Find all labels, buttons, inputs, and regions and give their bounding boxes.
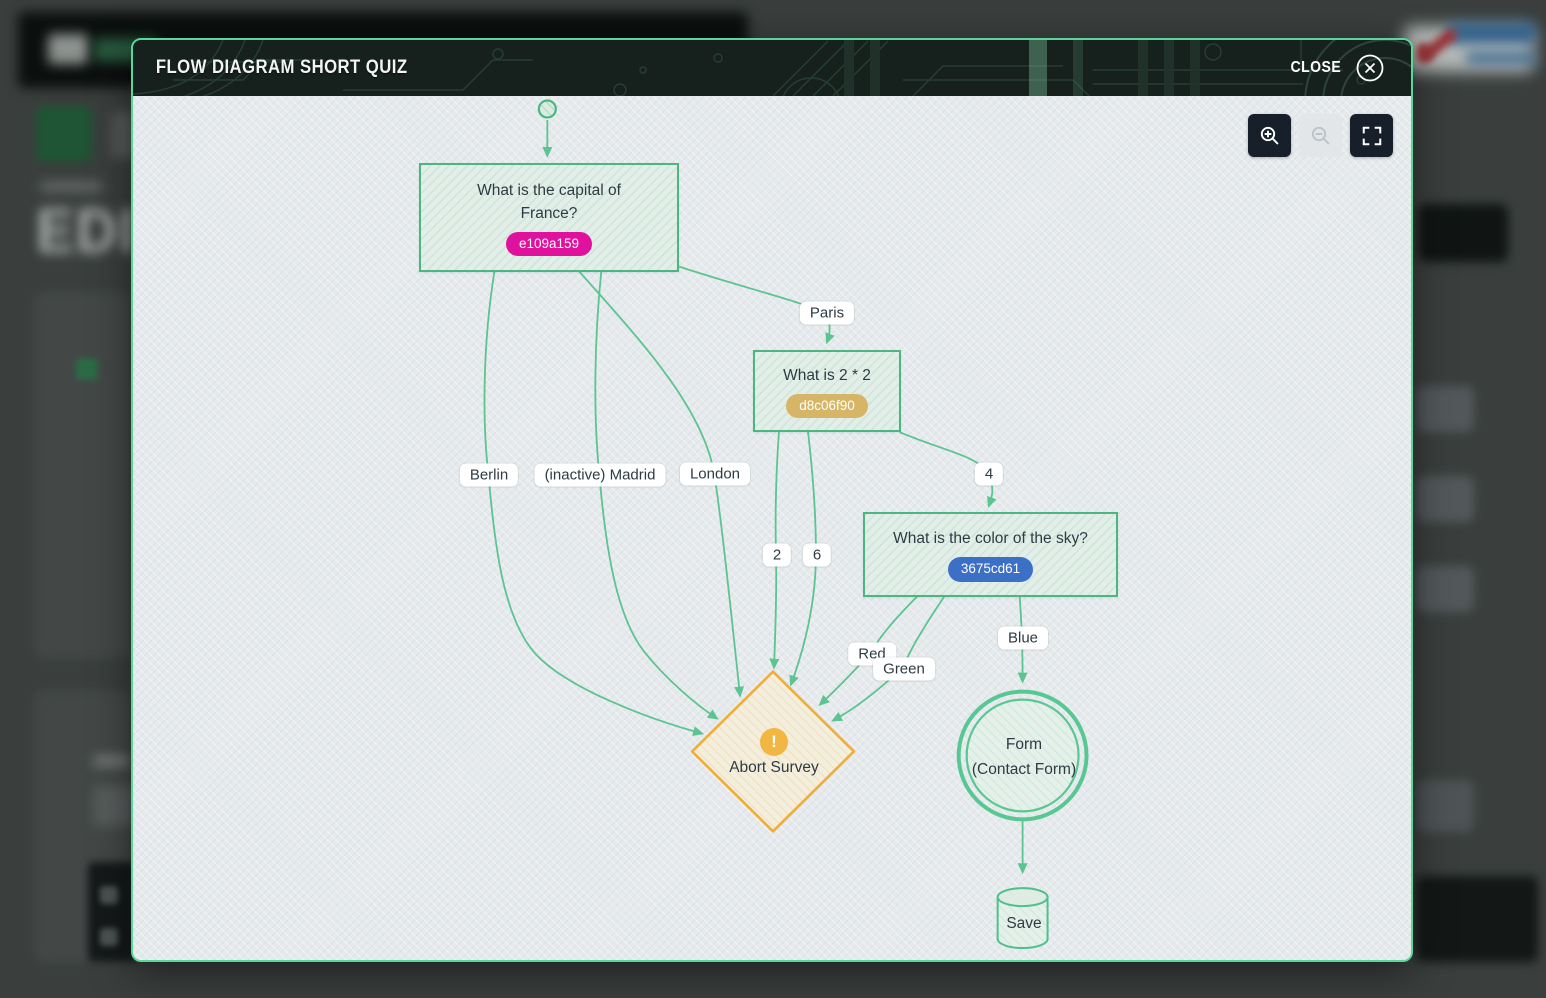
flow-diagram-modal: FLOW DIAGRAM SHORT QUIZ CLOSE What is th… bbox=[131, 38, 1413, 962]
zoom-out-button[interactable] bbox=[1299, 114, 1342, 157]
question-text: What is the color of the sky? bbox=[893, 530, 1088, 548]
edge-label-london: London bbox=[679, 462, 751, 486]
magnifier-plus-icon bbox=[1260, 126, 1279, 145]
backdrop-icon-dot bbox=[100, 886, 118, 904]
modal-header: FLOW DIAGRAM SHORT QUIZ CLOSE bbox=[133, 40, 1411, 96]
edge-label-six: 6 bbox=[802, 543, 832, 567]
form-node-line1: Form bbox=[1005, 736, 1043, 753]
backdrop-green-square bbox=[36, 106, 92, 162]
magnifier-minus-icon bbox=[1311, 126, 1330, 145]
modal-title: FLOW DIAGRAM SHORT QUIZ bbox=[155, 57, 408, 78]
backdrop-field bbox=[94, 786, 134, 826]
question-node-france[interactable]: What is the capital of France? e109a159 bbox=[419, 163, 679, 272]
node-id-badge: d8c06f90 bbox=[786, 393, 868, 419]
node-id-badge: e109a159 bbox=[505, 231, 593, 257]
backdrop-dark-button bbox=[1418, 204, 1508, 262]
form-node-label: Form (Contact Form) bbox=[972, 732, 1076, 782]
edge-label-green: Green bbox=[873, 657, 935, 681]
flow-edges-layer bbox=[483, 99, 1089, 949]
edge-label-four: 4 bbox=[974, 462, 1004, 486]
edge-label-berlin: Berlin bbox=[459, 463, 519, 487]
edge-label-two: 2 bbox=[762, 543, 792, 567]
backdrop-bar bbox=[1416, 780, 1474, 832]
backdrop-checkbox bbox=[76, 358, 98, 380]
warning-icon: ! bbox=[760, 728, 788, 756]
start-node[interactable] bbox=[537, 99, 557, 119]
fullscreen-icon bbox=[1362, 126, 1381, 145]
backdrop-brand-blue-line bbox=[1466, 52, 1536, 64]
edge-madrid bbox=[594, 271, 719, 720]
close-icon bbox=[1356, 54, 1384, 82]
question-node-sky[interactable]: What is the color of the sky? 3675cd61 bbox=[863, 512, 1118, 597]
backdrop-form-row bbox=[1416, 476, 1474, 522]
close-button[interactable]: CLOSE bbox=[1279, 45, 1405, 91]
abort-node-label: Abort Survey bbox=[729, 759, 819, 776]
backdrop-form-row bbox=[1416, 566, 1474, 612]
backdrop-form-row bbox=[1416, 386, 1474, 432]
diagram-canvas: What is the capital of France? e109a159 … bbox=[133, 96, 1411, 960]
edge-label-paris: Paris bbox=[799, 301, 855, 325]
backdrop-icon-dot bbox=[100, 928, 118, 946]
backdrop-brand-blue bbox=[1448, 22, 1536, 44]
diagram-toolbar bbox=[1248, 114, 1393, 157]
node-id-badge: 3675cd61 bbox=[947, 557, 1034, 582]
backdrop-breadcrumb-bar bbox=[40, 182, 102, 191]
backdrop-code-box bbox=[88, 862, 136, 962]
backdrop-dark-box bbox=[1416, 876, 1538, 962]
question-text: What is the capital of France? bbox=[477, 181, 621, 222]
backdrop-field-label bbox=[94, 756, 130, 766]
zoom-in-button[interactable] bbox=[1248, 114, 1291, 157]
form-node-line2: (Contact Form) bbox=[971, 761, 1077, 778]
backdrop-logo-mark bbox=[48, 34, 88, 64]
edge-berlin bbox=[483, 271, 705, 736]
close-button-label: CLOSE bbox=[1290, 59, 1342, 76]
backdrop-panel bbox=[34, 292, 132, 658]
edge-label-blue: Blue bbox=[997, 626, 1049, 650]
edge-label-madrid: (inactive) Madrid bbox=[534, 463, 666, 487]
save-node-label: Save bbox=[1006, 915, 1042, 932]
question-node-multiply[interactable]: What is 2 * 2 d8c06f90 bbox=[753, 350, 901, 432]
fullscreen-button[interactable] bbox=[1350, 114, 1393, 157]
save-node-top bbox=[996, 887, 1049, 908]
question-text: What is 2 * 2 bbox=[783, 366, 871, 384]
